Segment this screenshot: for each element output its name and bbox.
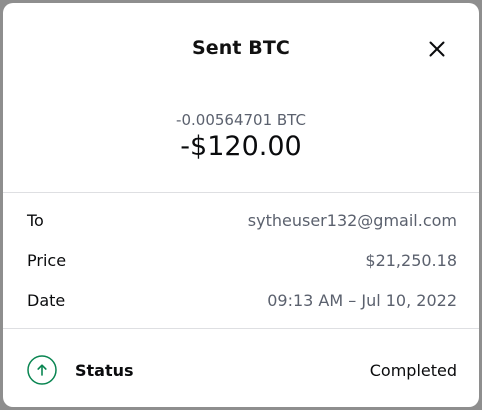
- detail-row-to: To sytheuser132@gmail.com: [27, 210, 457, 232]
- transaction-detail-modal: Sent BTC -0.00564701 BTC -$120.00 To syt…: [3, 3, 479, 407]
- detail-row-date: Date 09:13 AM – Jul 10, 2022: [27, 290, 457, 312]
- fiat-amount: -$120.00: [180, 131, 302, 162]
- close-icon: [429, 41, 445, 57]
- close-button[interactable]: [423, 35, 451, 63]
- status-label: Status: [75, 361, 134, 380]
- price-value: $21,250.18: [365, 251, 457, 270]
- divider: [3, 328, 479, 329]
- detail-row-price: Price $21,250.18: [27, 250, 457, 272]
- divider: [3, 192, 479, 193]
- date-value: 09:13 AM – Jul 10, 2022: [267, 291, 457, 310]
- price-label: Price: [27, 251, 67, 270]
- status-value: Completed: [369, 361, 457, 380]
- status-row: Status Completed: [27, 355, 457, 387]
- crypto-amount: -0.00564701 BTC: [176, 111, 306, 129]
- modal-title: Sent BTC: [192, 37, 290, 59]
- to-value: sytheuser132@gmail.com: [247, 211, 457, 230]
- amount-summary: -0.00564701 BTC -$120.00: [3, 111, 479, 163]
- date-label: Date: [27, 291, 66, 310]
- arrow-up-icon: [27, 355, 57, 385]
- modal-header: Sent BTC: [3, 3, 479, 91]
- to-label: To: [27, 211, 44, 230]
- status-icon-container: [27, 355, 57, 385]
